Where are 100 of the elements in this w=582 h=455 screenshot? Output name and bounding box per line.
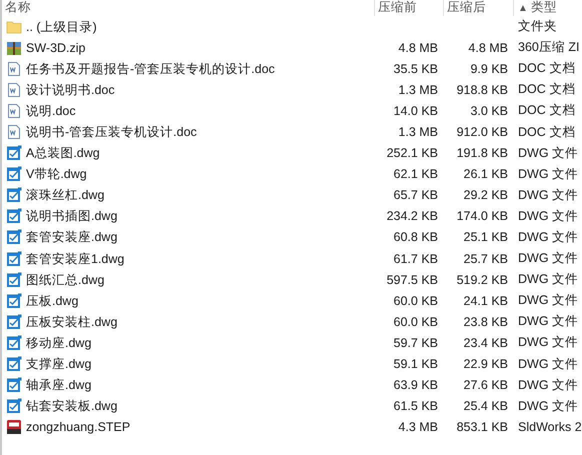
file-type: DWG 文件	[518, 292, 578, 310]
drawing-file-icon	[6, 334, 22, 351]
original-size: 63.9 KB	[394, 378, 438, 392]
drawing-file-icon	[6, 250, 22, 267]
original-size: 61.5 KB	[394, 399, 438, 414]
compressed-size: 26.1 KB	[464, 167, 508, 182]
file-type: SldWorks 2	[518, 420, 582, 434]
file-name[interactable]: 压板安装柱.dwg	[26, 314, 118, 330]
compressed-size: 918.8 KB	[456, 82, 508, 97]
file-type: DOC 文档	[518, 81, 576, 98]
column-header[interactable]: 类型	[530, 0, 557, 14]
file-type: 文件夹	[518, 18, 557, 36]
file-name[interactable]: 移动座.dwg	[26, 334, 92, 351]
drawing-file-icon	[6, 229, 22, 246]
original-size: 252.1 KB	[386, 146, 438, 160]
original-size: 1.3 MB	[398, 82, 438, 97]
file-name[interactable]: 设计说明书.doc	[26, 82, 115, 98]
document-icon	[6, 102, 22, 119]
cad-app-icon	[6, 419, 22, 436]
original-size: 1.3 MB	[398, 125, 438, 140]
file-type: 360压缩 ZI	[518, 39, 580, 56]
file-name[interactable]: 滚珠丝杠.dwg	[26, 187, 104, 204]
file-type: DOC 文档	[518, 124, 576, 141]
file-name[interactable]: zongzhuang.STEP	[26, 419, 130, 436]
drawing-file-icon	[6, 166, 22, 182]
original-size: 65.7 KB	[394, 188, 438, 202]
original-size: 59.7 KB	[394, 336, 438, 350]
file-type: DWG 文件	[518, 144, 578, 162]
original-size: 61.7 KB	[394, 252, 438, 266]
drawing-file-icon	[6, 272, 22, 288]
file-name[interactable]: 套管安装座.dwg	[26, 229, 118, 246]
compressed-size: 853.1 KB	[456, 420, 508, 434]
file-type: DWG 文件	[518, 250, 578, 268]
drawing-file-icon	[6, 314, 22, 330]
file-type: DWG 文件	[518, 208, 578, 225]
file-name[interactable]: SW-3D.zip	[26, 40, 86, 56]
original-size: 60.8 KB	[394, 230, 438, 244]
file-name[interactable]: 说明.doc	[26, 102, 76, 119]
document-icon	[6, 124, 22, 140]
original-size: 234.2 KB	[386, 209, 438, 224]
compressed-size: 9.9 KB	[470, 62, 508, 76]
compressed-size: 25.1 KB	[464, 230, 508, 244]
file-name[interactable]: 钻套安装板.dwg	[26, 398, 118, 414]
compressed-size: 27.6 KB	[464, 378, 508, 392]
compressed-size: 23.4 KB	[464, 336, 508, 350]
column-header[interactable]: 名称	[5, 0, 31, 14]
drawing-file-icon	[6, 398, 22, 414]
compressed-size: 191.8 KB	[456, 146, 508, 160]
original-size: 59.1 KB	[394, 357, 438, 372]
file-name[interactable]: 说明书-管套压装专机设计.doc	[26, 124, 197, 140]
column-header[interactable]: 压缩后	[447, 0, 486, 14]
drawing-file-icon	[6, 377, 22, 394]
drawing-file-icon	[6, 356, 22, 372]
file-type: DWG 文件	[518, 376, 578, 394]
original-size: 14.0 KB	[394, 104, 438, 118]
original-size: 62.1 KB	[394, 167, 438, 182]
column-header[interactable]: 压缩前	[378, 0, 417, 14]
file-name[interactable]: 支撑座.dwg	[26, 356, 92, 372]
file-name[interactable]: 任务书及开题报告-管套压装专机的设计.doc	[26, 60, 275, 77]
file-type: DWG 文件	[518, 271, 578, 288]
file-name[interactable]: 说明书插图.dwg	[26, 208, 118, 224]
compressed-size: 174.0 KB	[456, 209, 508, 224]
file-name[interactable]: .. (上级目录)	[26, 18, 97, 35]
folder-icon	[6, 18, 22, 35]
compressed-size: 23.8 KB	[464, 314, 508, 329]
drawing-file-icon	[6, 187, 22, 204]
compressed-size: 22.9 KB	[464, 357, 508, 372]
file-type: DWG 文件	[518, 228, 578, 246]
original-size: 60.0 KB	[394, 294, 438, 308]
drawing-file-icon	[6, 145, 22, 162]
compressed-size: 912.0 KB	[456, 125, 508, 140]
file-type: DWG 文件	[518, 313, 578, 330]
original-size: 597.5 KB	[386, 272, 438, 287]
compressed-size: 25.4 KB	[464, 399, 508, 414]
original-size: 60.0 KB	[394, 314, 438, 329]
file-name[interactable]: A总装图.dwg	[26, 145, 100, 162]
original-size: 4.3 MB	[398, 420, 438, 434]
file-name[interactable]: 套管安装座1.dwg	[26, 250, 124, 267]
compressed-size: 24.1 KB	[464, 294, 508, 308]
file-name[interactable]: 压板.dwg	[26, 292, 78, 309]
original-size: 4.8 MB	[398, 40, 438, 55]
original-size: 35.5 KB	[394, 62, 438, 76]
file-name[interactable]: 轴承座.dwg	[26, 377, 92, 394]
compressed-size: 29.2 KB	[464, 188, 508, 202]
file-type: DWG 文件	[518, 166, 578, 183]
compressed-size: 3.0 KB	[470, 104, 508, 118]
file-name[interactable]: V带轮.dwg	[26, 166, 87, 182]
file-type: DOC 文档	[518, 102, 576, 120]
file-type: DWG 文件	[518, 398, 578, 415]
compressed-size: 25.7 KB	[464, 252, 508, 266]
drawing-file-icon	[6, 208, 22, 224]
file-type: DOC 文档	[518, 60, 576, 78]
file-type: DWG 文件	[518, 334, 578, 352]
file-name[interactable]: 图纸汇总.dwg	[26, 272, 104, 288]
compressed-size: 519.2 KB	[456, 272, 508, 287]
file-type: DWG 文件	[518, 186, 578, 204]
drawing-file-icon	[6, 292, 22, 309]
document-icon	[6, 82, 22, 98]
sort-arrow[interactable]: ▲	[518, 3, 528, 14]
compressed-size: 4.8 MB	[468, 40, 508, 55]
